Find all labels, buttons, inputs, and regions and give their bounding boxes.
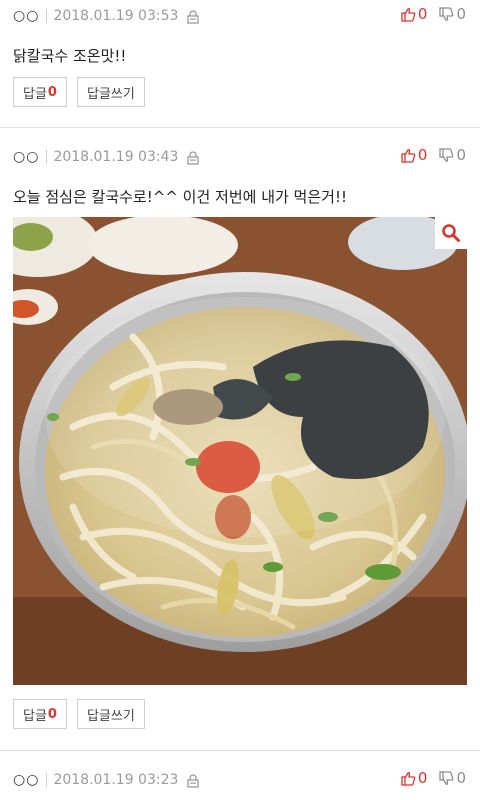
write-reply-button[interactable]: 답글쓰기 [76, 77, 145, 107]
comment-meta: ○○ 2018.01.19 03:53 [13, 4, 200, 28]
comment-author: ○○ [13, 149, 40, 165]
lock-icon [186, 150, 200, 165]
comment-text: 오늘 점심은 칼국수로!^^ 이건 저번에 내가 먹은거!! [13, 188, 347, 206]
lock-icon [186, 9, 200, 24]
like-button[interactable]: 0 [401, 146, 428, 164]
like-button[interactable]: 0 [401, 769, 428, 787]
comment-item: ○○ 2018.01.19 03:23 0 0 [0, 751, 480, 800]
dislike-button[interactable]: 0 [439, 146, 466, 164]
magnifier-icon [442, 224, 460, 242]
like-count: 0 [417, 146, 428, 164]
thumbs-down-icon [439, 6, 454, 21]
comment-date: 2018.01.19 03:23 [53, 772, 179, 788]
reply-count-button[interactable]: 답글 0 [13, 699, 67, 729]
comment-item: ○○ 2018.01.19 03:53 0 0 닭칼국수 조온맛!! 답글 0 … [0, 0, 480, 127]
like-count: 0 [417, 769, 428, 787]
reply-count-button[interactable]: 답글 0 [13, 77, 67, 107]
dislike-count: 0 [456, 5, 466, 23]
thumbs-down-icon [439, 147, 454, 162]
noodle-bowl-illustration [13, 217, 467, 685]
write-reply-button[interactable]: 답글쓰기 [76, 699, 145, 729]
thumbs-up-icon [401, 7, 416, 22]
dislike-button[interactable]: 0 [439, 769, 466, 787]
comment-meta: ○○ 2018.01.19 03:43 [13, 145, 200, 169]
meta-separator [46, 150, 48, 164]
meta-separator [46, 9, 48, 23]
comment-meta: ○○ 2018.01.19 03:23 [13, 768, 200, 792]
vote-group: 0 0 [401, 143, 466, 167]
comment-date: 2018.01.19 03:53 [53, 8, 179, 24]
reply-label: 답글 [23, 708, 47, 724]
comment-actions: 답글 0 답글쓰기 [13, 77, 145, 107]
vote-group: 0 0 [401, 766, 466, 790]
thumbs-up-icon [401, 148, 416, 163]
meta-separator [46, 773, 48, 787]
like-count: 0 [417, 5, 428, 23]
reply-count: 0 [47, 84, 57, 100]
reply-label: 답글 [23, 86, 47, 102]
dislike-count: 0 [456, 769, 466, 787]
lock-icon [186, 773, 200, 788]
comment-date: 2018.01.19 03:43 [53, 149, 179, 165]
dislike-count: 0 [456, 146, 466, 164]
comment-author: ○○ [13, 8, 40, 24]
like-button[interactable]: 0 [401, 5, 428, 23]
comment-author: ○○ [13, 772, 40, 788]
comment-text: 닭칼국수 조온맛!! [13, 47, 127, 65]
thumbs-up-icon [401, 771, 416, 786]
vote-group: 0 0 [401, 2, 466, 26]
comment-actions: 답글 0 답글쓰기 [13, 699, 145, 729]
dislike-button[interactable]: 0 [439, 5, 466, 23]
zoom-button[interactable] [435, 217, 467, 249]
thumbs-down-icon [439, 770, 454, 785]
reply-count: 0 [47, 706, 57, 722]
comment-photo[interactable] [13, 217, 467, 685]
